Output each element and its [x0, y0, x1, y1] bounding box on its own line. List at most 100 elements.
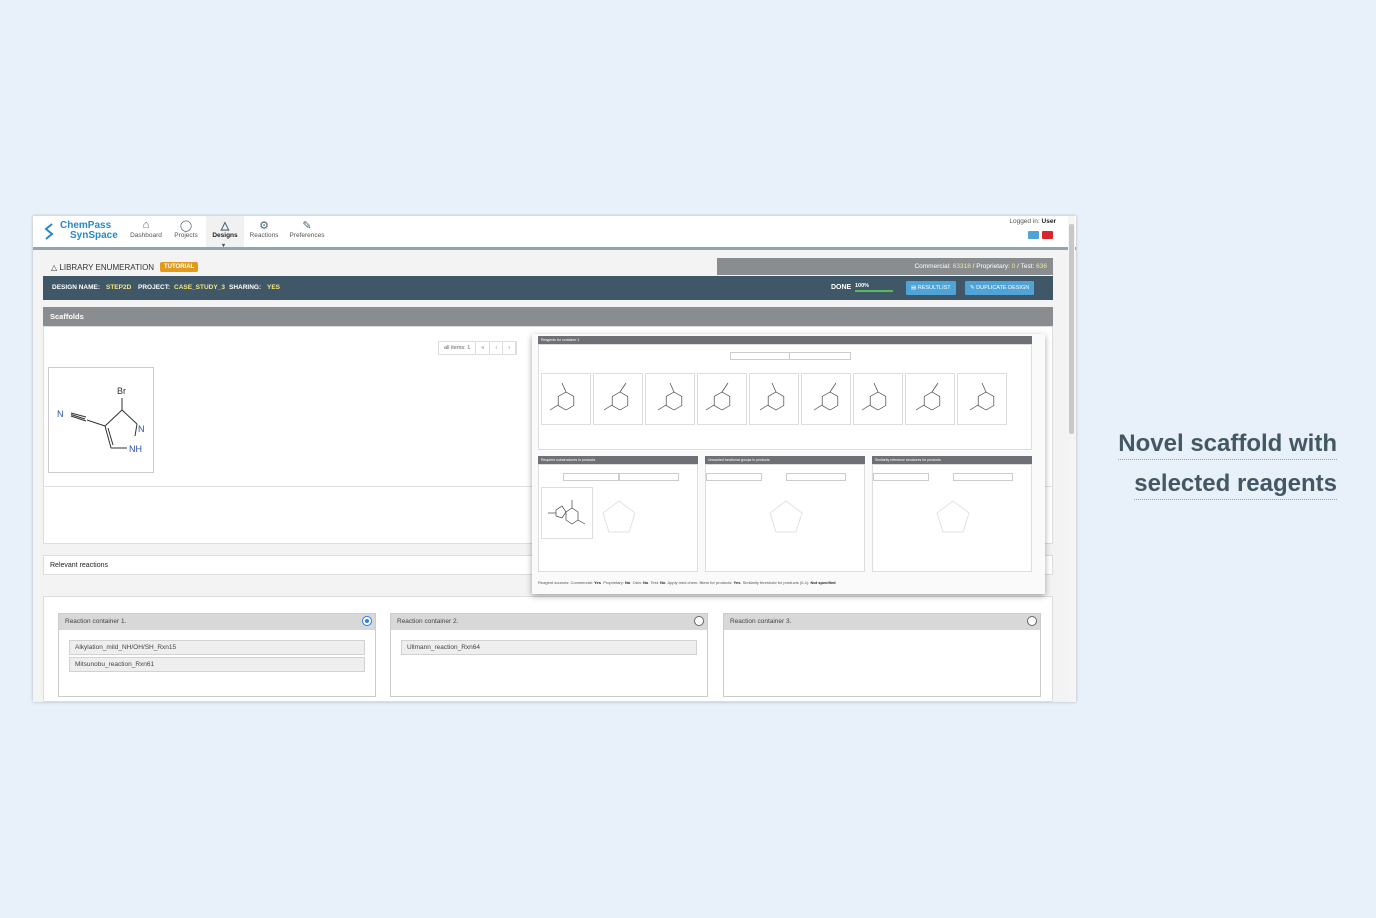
tutorial-button[interactable]: TUTORIAL: [160, 262, 199, 272]
nav-projects[interactable]: ◯ Projects: [167, 216, 205, 247]
reagent-card[interactable]: [645, 373, 695, 425]
reaction-item[interactable]: Mitsunobu_reaction_Rxn61: [69, 657, 365, 672]
list-icon: ▤: [911, 285, 917, 291]
similarity-structures-panel: [872, 464, 1032, 572]
design-info-bar: DESIGN NAME: STEP2D PROJECT: CASE_STUDY_…: [43, 276, 1053, 300]
design-name: STEP2D: [106, 284, 132, 291]
reagents-popup: Reagents for container 1 Required substr…: [532, 334, 1045, 594]
reagent-molecule: [861, 382, 887, 411]
reagent-card[interactable]: [801, 373, 851, 425]
caption-line-2: selected reagents: [1134, 470, 1337, 500]
logo-line2: SynSpace: [70, 230, 118, 241]
reagent-card[interactable]: [853, 373, 903, 425]
flask-icon: △: [51, 263, 58, 272]
reagent-molecule: [915, 382, 941, 411]
status-label: DONE: [831, 284, 852, 291]
duplicate-design-button[interactable]: ✎ DUPLICATE DESIGN: [965, 281, 1035, 295]
mini-select[interactable]: [619, 473, 679, 481]
reaction-container-2[interactable]: Reaction container 2. Ullmann_reaction_R…: [390, 613, 708, 697]
scaffold-molecule-card[interactable]: Br N N NH: [48, 367, 154, 473]
similarity-structures-header: Similarity reference structures for prod…: [872, 456, 1032, 464]
reagent-card[interactable]: [593, 373, 643, 425]
mini-pager[interactable]: [706, 473, 762, 481]
scrollbar-thumb[interactable]: [1069, 224, 1074, 434]
flask-icon: △: [220, 220, 230, 232]
reagent-molecule: [549, 382, 575, 411]
logged-in-status: Logged in: User: [1009, 218, 1056, 225]
pager-first[interactable]: «: [476, 342, 491, 354]
reaction-container-3[interactable]: Reaction container 3.: [723, 613, 1041, 697]
placeholder-pentagon-icon: [602, 500, 636, 533]
project-name: CASE_STUDY_3: [174, 284, 225, 291]
placeholder-pentagon-icon: [936, 500, 970, 533]
mini-select[interactable]: [953, 473, 1013, 481]
reagent-card[interactable]: [541, 373, 591, 425]
progress-indicator: 100%: [855, 282, 895, 292]
app-window: ChemPass SynSpace ⌂ Dashboard ◯ Projects…: [33, 216, 1076, 702]
resultlist-button[interactable]: ▤ RESULTLIST: [906, 281, 956, 295]
pager-prev[interactable]: ‹: [490, 342, 504, 354]
home-icon: ⌂: [142, 219, 150, 231]
atom-n-nitrile: N: [57, 409, 64, 419]
reagent-card[interactable]: [905, 373, 955, 425]
required-substructures-header: Required substructures in products: [538, 456, 698, 464]
reagent-molecule: [603, 382, 629, 411]
container-3-radio[interactable]: [1027, 616, 1037, 626]
reaction-containers-area: Reaction container 1. Alkylation_mild_NH…: [43, 596, 1053, 702]
edit-icon: ✎: [302, 220, 312, 232]
reagent-sort-select[interactable]: [789, 352, 851, 360]
mini-pager[interactable]: [563, 473, 619, 481]
substructure-molecule-card[interactable]: [541, 487, 593, 539]
gear-icon: ⚙: [259, 220, 269, 232]
logo-icon: [44, 223, 54, 240]
reagent-pager[interactable]: [730, 352, 792, 360]
scaffold-pager: all items: 1 «‹ ›: [438, 341, 518, 355]
reagent-molecule: [705, 382, 731, 411]
caption-line-1: Novel scaffold with: [1118, 430, 1337, 460]
mini-pager[interactable]: [873, 473, 929, 481]
reagent-molecule: [969, 382, 995, 411]
sharing-value: YES: [267, 284, 281, 291]
atom-n-ring: N: [138, 424, 145, 434]
nav-preferences[interactable]: ✎ Preferences: [285, 216, 329, 247]
nav-reactions[interactable]: ⚙ Reactions: [245, 216, 283, 247]
pager-count: all items: 1: [439, 342, 477, 354]
container-2-radio[interactable]: [694, 616, 704, 626]
nav-designs[interactable]: △ Designs: [206, 216, 244, 249]
reagent-sources-footer: Reagent sources: Commercial: Yes Proprie…: [538, 580, 836, 585]
atom-br: Br: [117, 386, 126, 396]
reagent-molecule: [813, 382, 839, 411]
reagents-panel: [538, 344, 1032, 450]
reagent-molecule: [657, 382, 683, 411]
lightbulb-icon: ◯: [179, 220, 193, 232]
progress-bar-fill: [855, 290, 893, 292]
container-1-radio[interactable]: [362, 616, 372, 626]
reagent-molecule: [759, 382, 785, 411]
substructure-molecule: [548, 500, 586, 525]
chempass-logo[interactable]: ChemPass SynSpace: [43, 221, 125, 243]
duplicate-icon: ✎: [970, 285, 975, 291]
pager-next[interactable]: ›: [503, 342, 517, 354]
reagent-counts: Commercial: 63318 / Proprietary: 0 / Tes…: [717, 258, 1053, 275]
reaction-item[interactable]: Ullmann_reaction_Rxn64: [401, 640, 697, 655]
nav-dashboard[interactable]: ⌂ Dashboard: [127, 216, 165, 247]
reaction-item[interactable]: Alkylation_mild_NH/OH/SH_Rxn15: [69, 640, 365, 655]
atom-nh: NH: [129, 444, 142, 454]
mini-select[interactable]: [786, 473, 846, 481]
reagents-header: Reagents for container 1: [538, 336, 1032, 344]
unwanted-groups-panel: [705, 464, 865, 572]
top-navigation: ChemPass SynSpace ⌂ Dashboard ◯ Projects…: [33, 216, 1076, 250]
page-title: △ LIBRARY ENUMERATION: [51, 263, 155, 272]
placeholder-pentagon-icon: [769, 500, 803, 533]
window-scrollbar[interactable]: [1068, 216, 1075, 702]
reagent-card[interactable]: [957, 373, 1007, 425]
pyrazole-molecule: Br N N NH: [57, 386, 145, 454]
reaction-container-1[interactable]: Reaction container 1. Alkylation_mild_NH…: [58, 613, 376, 697]
unwanted-groups-header: Unwanted functional groups in products: [705, 456, 865, 464]
scaffolds-header: Scaffolds: [43, 307, 1053, 326]
reagent-card[interactable]: [697, 373, 747, 425]
settings-user-button[interactable]: [1028, 231, 1039, 239]
required-substructures-panel: [538, 464, 698, 572]
logout-button[interactable]: [1042, 231, 1053, 239]
reagent-card[interactable]: [749, 373, 799, 425]
